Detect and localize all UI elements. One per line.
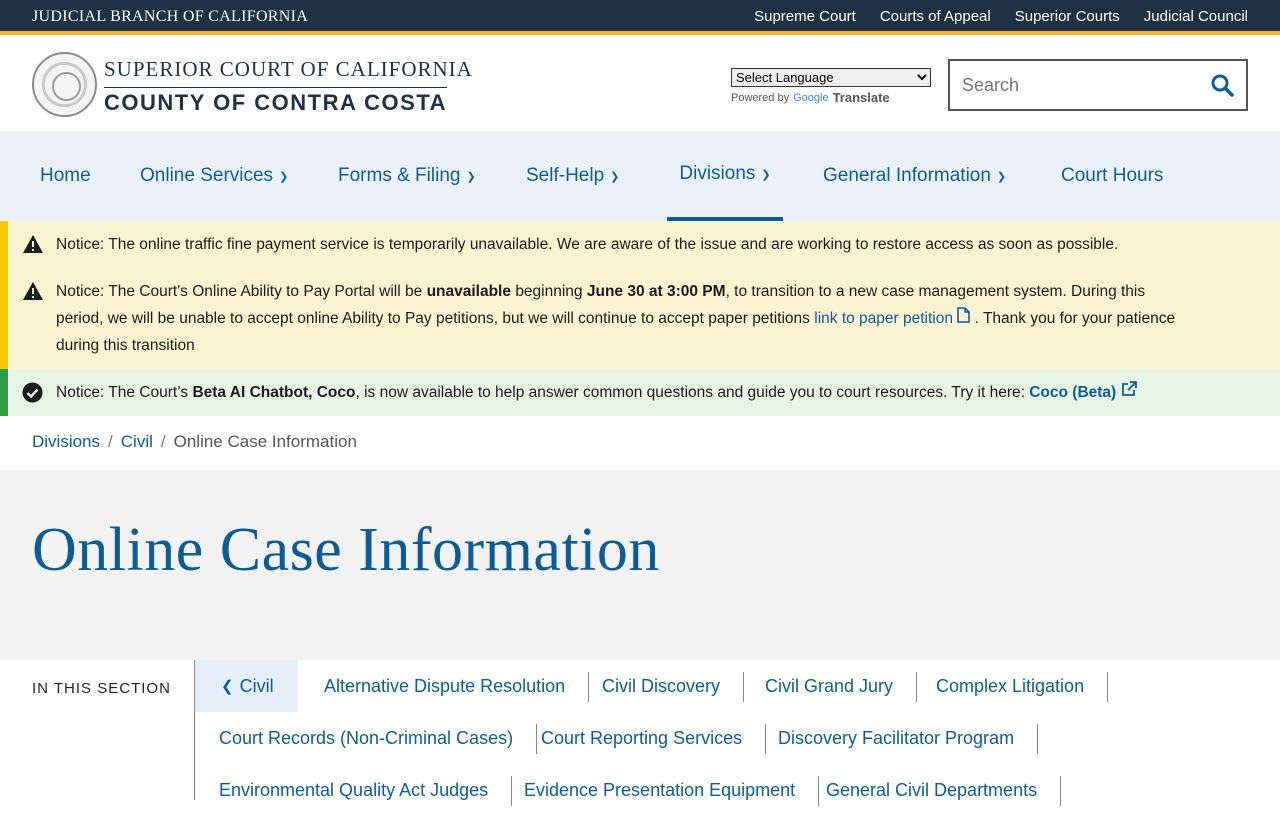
external-link-icon [1121,381,1137,401]
breadcrumb-divisions[interactable]: Divisions [32,432,100,452]
search-input[interactable] [950,61,1198,109]
in-this-section-label: IN THIS SECTION [32,680,171,697]
section-link-discovery-facilitator[interactable]: Discovery Facilitator Program [754,712,1039,764]
breadcrumb-separator: / [108,432,113,451]
notice-text: The online traffic fine payment service … [108,236,1119,253]
notice-unavailable: unavailable [426,283,511,300]
back-to-civil-label: Civil [239,675,274,696]
nav-forms-filing-label: Forms & Filing [338,165,461,186]
section-link-complex-litigation[interactable]: Complex Litigation [912,660,1109,712]
notice-chatbot-name: Beta AI Chatbot, Coco [192,384,356,401]
search-box [948,59,1248,111]
notice-text: The Court's Online Ability to Pay Portal… [108,283,423,300]
court-name-line1[interactable]: SUPERIOR COURT OF CALIFORNIA [104,57,473,82]
powered-by-text: Powered by [731,91,790,104]
breadcrumb: Divisions / Civil / Online Case Informat… [32,432,357,452]
nav-court-hours[interactable]: Court Hours [1061,131,1163,221]
nav-forms-filing[interactable]: Forms & Filing ❯ [338,131,476,221]
section-link-court-reporting[interactable]: Court Reporting Services [517,712,767,764]
nav-general-information[interactable]: General Information ❯ [823,131,1006,221]
site-header: SUPERIOR COURT OF CALIFORNIA COUNTY OF C… [0,39,1280,131]
warning-icon [22,234,44,259]
section-link-court-records[interactable]: Court Records (Non-Criminal Cases) [195,712,538,764]
chevron-down-icon: ❯ [279,170,289,183]
check-circle-icon [22,382,43,408]
nav-self-help[interactable]: Self-Help ❯ [526,131,619,221]
notice-text: beginning [515,283,583,300]
notice-text: The Court’s [108,384,189,401]
court-name-line2[interactable]: COUNTY OF CONTRA COSTA [104,87,448,116]
info-notice: Notice: The Court’s Beta AI Chatbot, Coc… [0,369,1280,416]
chevron-down-icon: ❯ [761,168,771,181]
notice-label: Notice: [56,283,105,300]
section-link-evidence-presentation[interactable]: Evidence Presentation Equipment [500,764,820,816]
language-select[interactable]: Select Language [731,68,931,87]
breadcrumb-civil[interactable]: Civil [121,432,153,452]
nav-general-information-label: General Information [823,165,991,186]
page-title: Online Case Information [32,516,660,584]
nav-home-label: Home [40,165,91,186]
chevron-down-icon: ❯ [996,170,1007,183]
notice-date: June 30 at 3:00 PM [586,283,726,300]
breadcrumb-separator: / [160,432,166,451]
language-selector[interactable]: Select Language [731,68,931,87]
notice-label: Notice: [56,236,105,253]
nav-self-help-label: Self-Help [526,165,605,186]
warning-notices: Notice: The online traffic fine payment … [0,221,1280,369]
nav-divisions-label: Divisions [679,163,756,184]
judicial-branch-bar: JUDICIAL BRANCH OF CALIFORNIA Supreme Co… [0,0,1280,35]
main-navigation: Home Online Services ❯ Forms & Filing ❯ Se… [0,131,1280,221]
notice-text: , is now available to help answer common… [355,384,1025,401]
google-translate-attribution: Powered by Google Translate [731,90,890,105]
nav-court-hours-label: Court Hours [1061,165,1164,186]
warning-accent-bar [0,221,8,369]
judicial-council-link[interactable]: Judicial Council [1144,8,1248,25]
courts-of-appeal-link[interactable]: Courts of Appeal [880,8,991,25]
notice-ability-to-pay: Notice: The Court's Online Ability to Pa… [56,278,1180,359]
search-icon[interactable] [1198,61,1246,109]
notice-label: Notice: [56,384,105,401]
notice-traffic-fine: Notice: The online traffic fine payment … [56,231,1180,258]
chevron-down-icon: ❯ [610,170,620,183]
topbar-links: Supreme Court Courts of Appeal Superior … [754,8,1248,25]
chevron-down-icon: ❯ [466,170,476,183]
section-links: ❮ Civil Alternative Dispute Resolution C… [194,660,1280,806]
page-hero: Online Case Information [0,470,1280,660]
section-link-adr[interactable]: Alternative Dispute Resolution [300,660,590,712]
nav-divisions[interactable]: Divisions ❯ [667,131,783,221]
breadcrumb-current: Online Case Information [173,432,357,451]
supreme-court-link[interactable]: Supreme Court [754,8,856,25]
section-link-environmental-quality[interactable]: Environmental Quality Act Judges [195,764,513,816]
back-to-civil-link[interactable]: ❮ Civil [195,660,298,712]
chevron-left-icon: ❮ [221,678,234,695]
court-seal-logo[interactable] [32,52,97,117]
success-accent-bar [0,369,8,416]
nav-online-services[interactable]: Online Services ❯ [140,131,288,221]
coco-beta-link[interactable]: Coco (Beta) [1029,384,1116,401]
warning-icon [22,281,44,306]
nav-home[interactable]: Home [40,131,91,221]
superior-courts-link[interactable]: Superior Courts [1015,8,1120,25]
translate-text[interactable]: Translate [833,90,890,105]
section-link-civil-discovery[interactable]: Civil Discovery [578,660,745,712]
nav-online-services-label: Online Services [140,165,274,186]
notice-chatbot: Notice: The Court’s Beta AI Chatbot, Coc… [56,379,1260,406]
google-logo-text[interactable]: Google [793,92,828,104]
section-link-civil-grand-jury[interactable]: Civil Grand Jury [741,660,918,712]
document-icon [957,307,974,327]
paper-petition-link[interactable]: link to paper petition [814,310,953,327]
section-link-general-civil[interactable]: General Civil Departments [802,764,1062,816]
judicial-branch-title[interactable]: JUDICIAL BRANCH OF CALIFORNIA [32,8,308,26]
